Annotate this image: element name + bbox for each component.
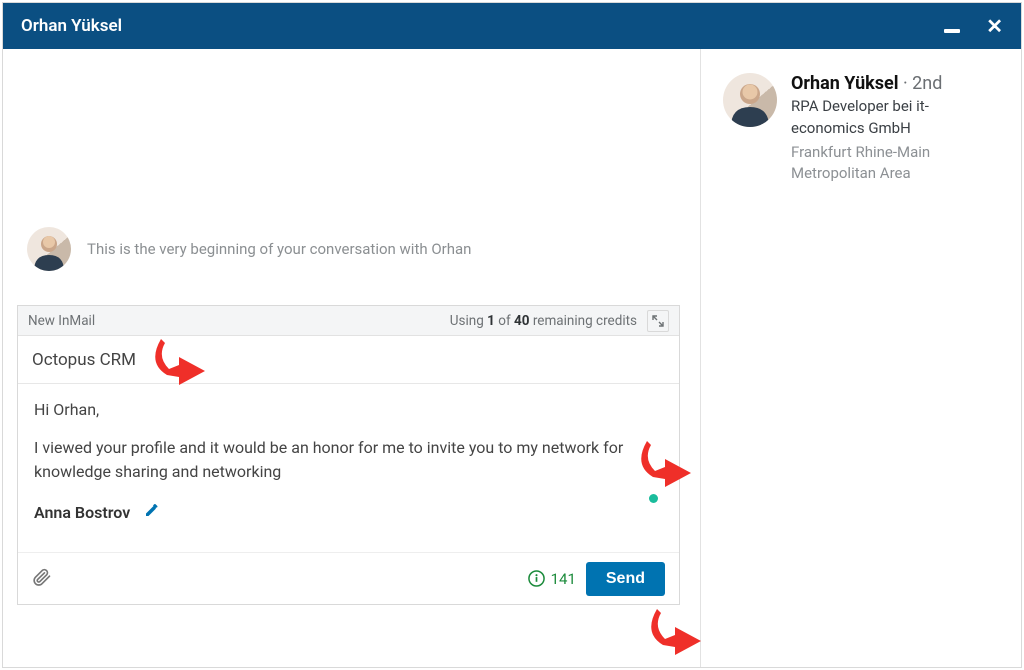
profile-name-line: Orhan Yüksel · 2nd — [791, 73, 999, 94]
connection-degree: · 2nd — [903, 73, 942, 94]
avatar — [27, 227, 71, 271]
edit-signature-icon[interactable] — [144, 502, 160, 522]
char-count-value: 141 — [551, 570, 576, 588]
subject-row[interactable]: Octopus CRM — [18, 336, 679, 384]
conversation-start-text: This is the very beginning of your conve… — [87, 240, 471, 258]
grammar-indicator-icon — [649, 494, 658, 503]
compose-box: New InMail Using 1 of 40 remaining credi… — [17, 305, 680, 605]
signature-name: Anna Bostrov — [34, 503, 130, 522]
profile-sidebar: Orhan Yüksel · 2nd RPA Developer bei it-… — [701, 49, 1021, 667]
minimize-icon[interactable] — [944, 29, 960, 33]
compose-header-label: New InMail — [28, 313, 95, 329]
close-icon[interactable]: ✕ — [986, 16, 1003, 36]
titlebar-name: Orhan Yüksel — [21, 16, 122, 36]
message-text: I viewed your profile and it would be an… — [34, 436, 634, 484]
avatar — [723, 73, 777, 127]
profile-info: Orhan Yüksel · 2nd RPA Developer bei it-… — [791, 73, 999, 185]
profile-location: Frankfurt Rhine-Main Metropolitan Area — [791, 142, 999, 186]
credits-total: 40 — [514, 313, 530, 329]
conversation-pane: This is the very beginning of your conve… — [3, 49, 701, 667]
message-body-input[interactable]: Hi Orhan, I viewed your profile and it w… — [18, 384, 679, 492]
profile-name: Orhan Yüksel — [791, 73, 899, 94]
footer-right: 141 Send — [528, 562, 665, 596]
info-icon — [528, 570, 545, 587]
signature-row: Anna Bostrov — [18, 492, 679, 528]
subject-input[interactable]: Octopus CRM — [32, 350, 665, 370]
send-button[interactable]: Send — [586, 562, 665, 596]
compose-footer: 141 Send — [18, 552, 679, 604]
conversation-start: This is the very beginning of your conve… — [27, 227, 471, 271]
credits-used: 1 — [487, 313, 495, 329]
attach-icon[interactable] — [32, 567, 52, 591]
credits-info: Using 1 of 40 remaining credits — [450, 310, 669, 332]
char-count: 141 — [528, 570, 576, 588]
profile-card[interactable]: Orhan Yüksel · 2nd RPA Developer bei it-… — [723, 73, 999, 185]
compose-header: New InMail Using 1 of 40 remaining credi… — [18, 306, 679, 336]
profile-title: RPA Developer bei it-economics GmbH — [791, 96, 999, 140]
titlebar: Orhan Yüksel ✕ — [3, 3, 1021, 49]
window-body: This is the very beginning of your conve… — [3, 49, 1021, 667]
greeting-line: Hi Orhan, — [34, 398, 663, 422]
window-actions: ✕ — [944, 16, 1003, 36]
expand-icon[interactable] — [647, 310, 669, 332]
chat-window: Orhan Yüksel ✕ This is the very beginnin… — [2, 2, 1022, 668]
